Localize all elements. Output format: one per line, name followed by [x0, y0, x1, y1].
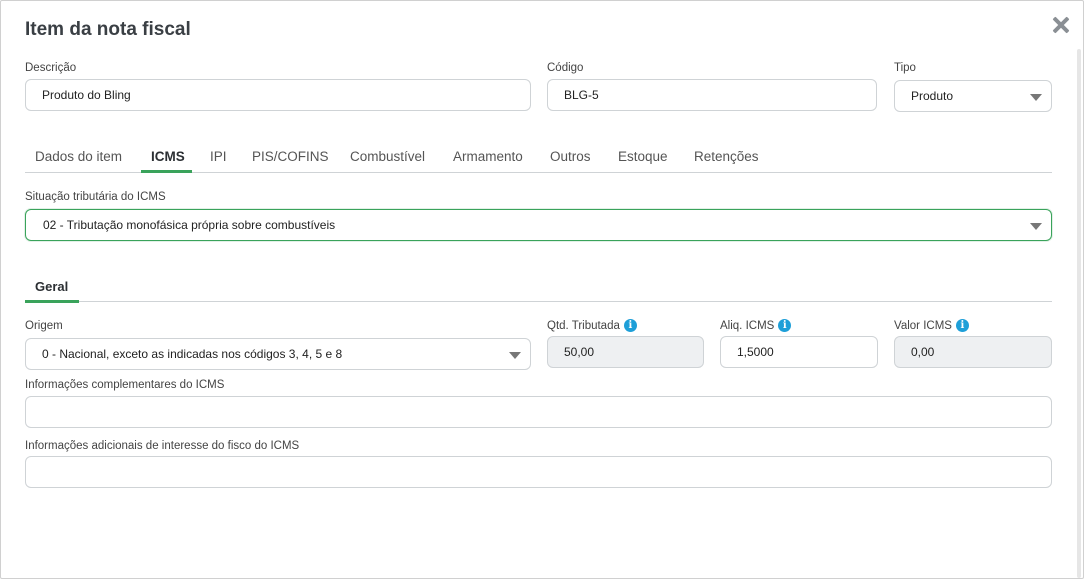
- descricao-input[interactable]: Produto do Bling: [25, 79, 531, 111]
- tipo-value: Produto: [911, 89, 954, 103]
- info-complementares-input[interactable]: [25, 396, 1052, 428]
- qtd-tributada-label-wrap: Qtd. Tributada i: [547, 319, 637, 332]
- descricao-label: Descrição: [25, 62, 77, 74]
- tipo-label: Tipo: [894, 62, 916, 74]
- tab-armamento[interactable]: Armamento: [453, 149, 523, 164]
- valor-icms-field: 0,00: [894, 336, 1052, 368]
- valor-icms-value: 0,00: [911, 345, 935, 359]
- modal-title: Item da nota fiscal: [25, 19, 191, 40]
- valor-icms-label: Valor ICMS: [894, 320, 952, 332]
- qtd-tributada-label: Qtd. Tributada: [547, 320, 620, 332]
- codigo-input[interactable]: BLG-5: [547, 79, 877, 111]
- info-icon[interactable]: i: [778, 319, 792, 332]
- tab-ipi[interactable]: IPI: [210, 149, 227, 164]
- active-subtab-indicator: [25, 300, 79, 303]
- info-adicionais-label: Informações adicionais de interesse do f…: [25, 440, 300, 452]
- info-icon[interactable]: i: [623, 319, 637, 332]
- aliq-icms-label: Aliq. ICMS: [720, 320, 775, 332]
- tab-bar: Dados do item ICMS IPI PIS/COFINS Combus…: [25, 145, 1052, 173]
- chevron-down-icon: [1030, 223, 1042, 230]
- descricao-value: Produto do Bling: [42, 88, 131, 102]
- situacao-value: 02 - Tributação monofásica própria sobre…: [43, 218, 336, 232]
- qtd-tributada-field: 50,00: [547, 336, 704, 368]
- tab-outros[interactable]: Outros: [550, 149, 591, 164]
- tab-estoque[interactable]: Estoque: [618, 149, 668, 164]
- situacao-label: Situação tributária do ICMS: [25, 191, 166, 203]
- tab-pis-cofins[interactable]: PIS/COFINS: [252, 149, 329, 164]
- active-tab-indicator: [141, 170, 192, 173]
- origem-label: Origem: [25, 320, 63, 332]
- subtab-geral[interactable]: Geral: [35, 279, 68, 294]
- tab-dados-do-item[interactable]: Dados do item: [35, 149, 122, 164]
- chevron-down-icon: [1030, 94, 1042, 101]
- tipo-select[interactable]: Produto: [894, 80, 1052, 112]
- aliq-icms-label-wrap: Aliq. ICMS i: [720, 319, 792, 332]
- tab-retencoes[interactable]: Retenções: [694, 149, 759, 164]
- chevron-down-icon: [509, 352, 521, 359]
- tab-combustivel[interactable]: Combustível: [350, 149, 425, 164]
- close-icon[interactable]: [1049, 13, 1073, 37]
- info-adicionais-input[interactable]: [25, 456, 1052, 488]
- info-complementares-label: Informações complementares do ICMS: [25, 379, 225, 391]
- origem-select[interactable]: 0 - Nacional, exceto as indicadas nos có…: [25, 338, 531, 370]
- scrollbar[interactable]: [1077, 49, 1081, 578]
- valor-icms-label-wrap: Valor ICMS i: [894, 319, 969, 332]
- situacao-select[interactable]: 02 - Tributação monofásica própria sobre…: [25, 209, 1052, 241]
- item-nota-fiscal-modal: Item da nota fiscal Descrição Produto do…: [0, 0, 1084, 579]
- codigo-value: BLG-5: [564, 88, 599, 102]
- qtd-tributada-value: 50,00: [564, 345, 595, 359]
- subtab-bar: Geral: [25, 277, 1052, 303]
- origem-value: 0 - Nacional, exceto as indicadas nos có…: [42, 347, 343, 361]
- aliq-icms-value: 1,5000: [737, 345, 774, 359]
- codigo-label: Código: [547, 62, 584, 74]
- tab-icms[interactable]: ICMS: [151, 149, 185, 164]
- info-icon[interactable]: i: [955, 319, 969, 332]
- aliq-icms-input[interactable]: 1,5000: [720, 336, 878, 368]
